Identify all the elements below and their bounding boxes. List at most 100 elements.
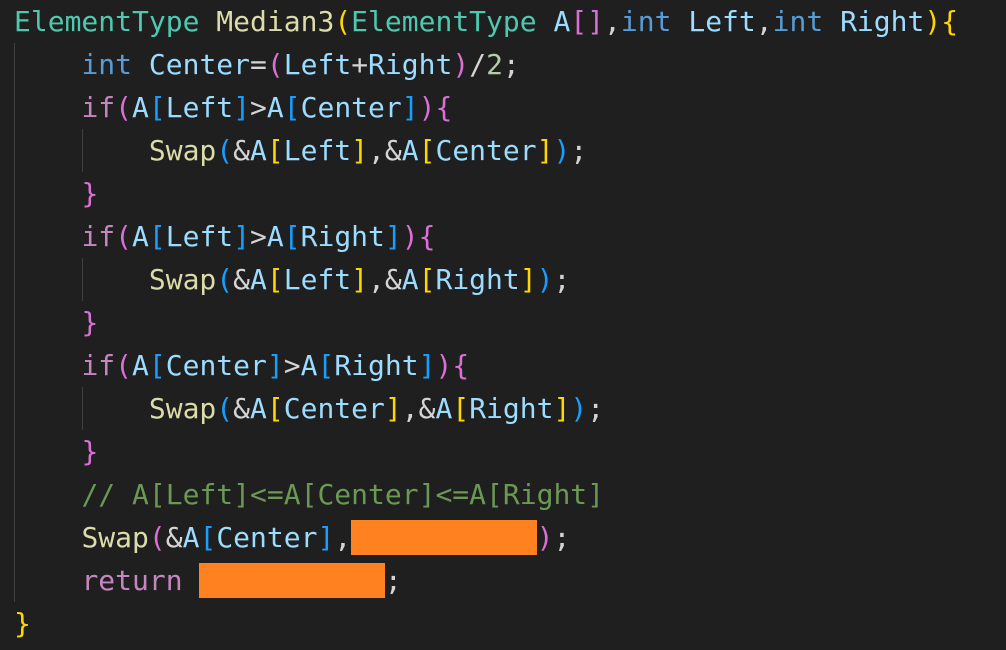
code-line[interactable]: if(A[Left]>A[Center]){ [14,86,452,129]
code-token: [ [283,220,301,253]
code-token: A [401,134,419,167]
code-line[interactable]: Swap(&A[Center],); [14,516,570,559]
code-token: Swap [148,263,217,296]
code-token: Left [283,48,352,81]
code-token: Right [435,263,520,296]
code-token: { [418,220,436,253]
code-token: int [772,5,824,38]
code-token: Left [688,5,756,38]
code-line[interactable]: Swap(&A[Left],&A[Right]); [14,258,570,301]
code-token: = [250,48,267,81]
code-token: [ [148,349,166,382]
code-token: + [351,48,369,81]
code-token: Left [165,91,234,124]
code-token: A [553,5,571,38]
code-token: ) [553,134,571,167]
code-token: ; [384,564,402,597]
code-token: { [941,5,959,38]
code-token: ( [266,48,284,81]
code-token: ; [570,134,588,167]
code-token: A [266,91,284,124]
code-token: Right [334,349,419,382]
code-token: Right [840,5,925,38]
code-token: [ [148,220,166,253]
code-token: ] [401,91,419,124]
code-token: Center [283,392,385,425]
code-line[interactable]: int Center=(Left+Right)/2; [14,43,519,86]
code-line[interactable]: Swap(&A[Center],&A[Right]); [14,387,604,430]
code-token: } [81,306,99,339]
code-token: ( [148,521,166,554]
code-token: Center [300,91,402,124]
code-token: ] [553,392,571,425]
code-token: A [266,220,284,253]
code-token: [ [148,91,166,124]
code-token: { [435,91,453,124]
code-token: Left [283,263,352,296]
code-token: Swap [148,134,217,167]
code-token: Right [469,392,554,425]
code-token: ) [435,349,453,382]
code-line[interactable]: if(A[Left]>A[Right]){ [14,215,435,258]
code-token: ) [536,263,554,296]
code-token: ) [452,48,470,81]
code-token: , [368,134,385,167]
code-token: > [283,349,301,382]
code-line[interactable]: } [14,602,31,645]
code-token: return [81,564,183,597]
code-token: Center [435,134,537,167]
code-token: / [469,48,487,81]
code-token: & [233,392,251,425]
code-token: int [620,5,672,38]
code-token: if [81,349,116,382]
code-line[interactable]: // A[Left]<=A[Center]<=A[Right] [14,473,604,516]
code-token: [] [570,5,605,38]
code-line[interactable]: Swap(&A[Left],&A[Center]); [14,129,587,172]
code-token: [ [266,134,284,167]
code-token: A [250,263,267,296]
code-token: , [334,521,352,554]
code-line[interactable]: } [14,172,98,215]
code-token: ] [384,392,402,425]
code-line[interactable]: if(A[Center]>A[Right]){ [14,344,469,387]
code-token: ] [418,349,436,382]
code-editor[interactable]: ElementType Median3(ElementType A[],int … [0,0,1006,650]
code-token: ] [536,134,554,167]
code-token: A [132,349,149,382]
code-token: [ [266,263,284,296]
code-token: ( [216,392,234,425]
code-token: } [14,607,31,640]
code-token: ] [384,220,402,253]
code-token: Center [216,521,318,554]
code-token: ) [401,220,419,253]
code-token: A [250,392,267,425]
code-token: ] [519,263,537,296]
code-token: Center [165,349,267,382]
code-token: ( [115,349,133,382]
code-token: > [250,91,267,124]
code-token: ] [233,220,251,253]
code-line[interactable]: } [14,301,98,344]
code-token: [ [283,91,301,124]
code-token: Right [368,48,453,81]
code-token: ; [553,521,571,554]
code-token: , [368,263,385,296]
code-token: } [81,435,99,468]
code-line[interactable]: ElementType Median3(ElementType A[],int … [14,0,958,43]
code-token: , [401,392,419,425]
code-token: A [300,349,318,382]
code-line[interactable]: return ; [14,559,402,602]
code-line[interactable]: } [14,430,98,473]
